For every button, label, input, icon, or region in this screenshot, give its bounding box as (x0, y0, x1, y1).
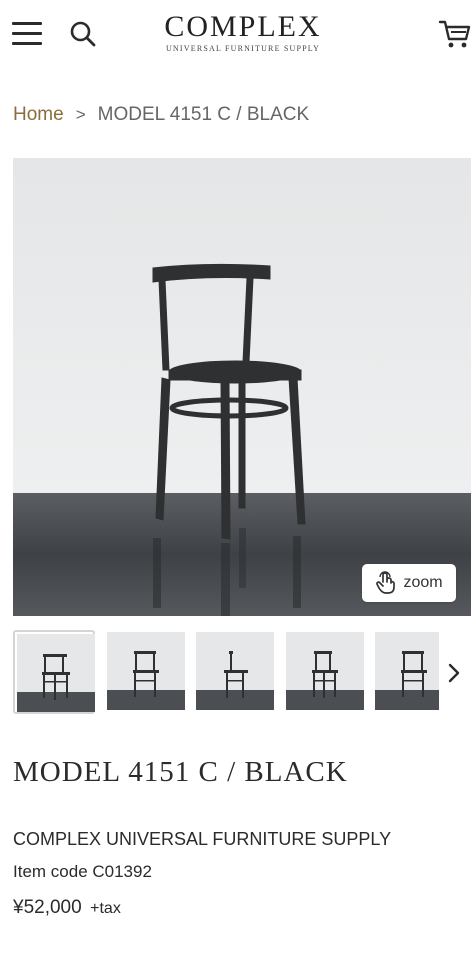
logo-sub-text: UNIVERSAL FURNITURE SUPPLY (165, 44, 321, 53)
breadcrumb-current: MODEL 4151 C / BLACK (97, 104, 310, 125)
thumbnail-5[interactable] (373, 630, 439, 714)
site-logo[interactable]: COMPLEX UNIVERSAL FURNITURE SUPPLY (158, 10, 328, 54)
chair-photo (13, 158, 471, 616)
breadcrumb-home-link[interactable]: Home (13, 104, 64, 126)
product-price: ¥52,000 (13, 897, 82, 918)
thumbnail-4[interactable] (284, 630, 366, 714)
hamburger-menu-icon[interactable] (12, 22, 42, 46)
thumbnail-chair-image (196, 632, 274, 710)
breadcrumb-separator: > (75, 105, 86, 124)
thumbnail-chair-image (375, 632, 439, 710)
product-main-image[interactable]: zoom (13, 158, 471, 616)
thumbnail-chair-image (17, 634, 95, 712)
product-title: MODEL 4151 C / BLACK (13, 756, 348, 788)
zoom-label: zoom (403, 574, 443, 591)
product-price-row: ¥52,000 +tax (13, 897, 121, 919)
thumbnail-1[interactable] (13, 630, 95, 714)
search-icon[interactable] (68, 19, 98, 49)
touch-hand-icon (376, 571, 396, 594)
thumbnail-3[interactable] (194, 630, 276, 714)
thumbnail-chair-image (286, 632, 364, 710)
cart-icon[interactable] (438, 18, 472, 50)
thumbnail-chair-image (107, 632, 185, 710)
product-brand: COMPLEX UNIVERSAL FURNITURE SUPPLY (13, 829, 392, 849)
product-item-code: Item code C01392 (13, 862, 152, 881)
site-header: COMPLEX UNIVERSAL FURNITURE SUPPLY (0, 0, 476, 70)
thumbnail-2[interactable] (105, 630, 187, 714)
logo-main-text: COMPLEX (164, 10, 322, 43)
breadcrumb: Home > MODEL 4151 C / BLACK (13, 104, 309, 126)
zoom-button[interactable]: zoom (362, 564, 456, 602)
product-tax-note: +tax (90, 900, 121, 917)
chevron-right-icon[interactable] (441, 658, 467, 688)
thumbnail-strip (13, 630, 471, 716)
